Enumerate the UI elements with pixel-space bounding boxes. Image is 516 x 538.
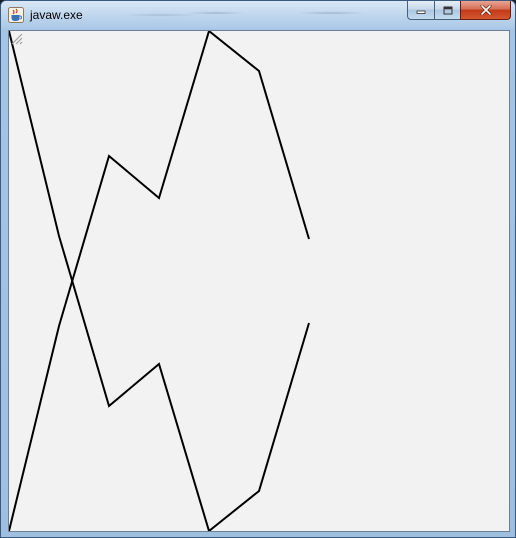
maximize-icon bbox=[443, 6, 452, 14]
minimize-button[interactable] bbox=[407, 1, 434, 20]
caption-buttons bbox=[407, 1, 511, 21]
maximize-button[interactable] bbox=[434, 1, 460, 20]
polyline-1 bbox=[9, 31, 310, 531]
line-drawing bbox=[9, 31, 310, 531]
title-bar[interactable]: javaw.exe bbox=[1, 1, 515, 29]
window-title: javaw.exe bbox=[30, 8, 83, 22]
close-icon bbox=[480, 5, 491, 15]
resize-grip-icon[interactable] bbox=[9, 31, 23, 45]
polyline-2 bbox=[9, 31, 310, 531]
application-window: javaw.exe bbox=[0, 0, 516, 538]
minimize-icon bbox=[416, 10, 426, 14]
close-button[interactable] bbox=[460, 1, 511, 20]
java-cup-icon bbox=[8, 7, 24, 23]
drawing-canvas bbox=[8, 30, 510, 532]
